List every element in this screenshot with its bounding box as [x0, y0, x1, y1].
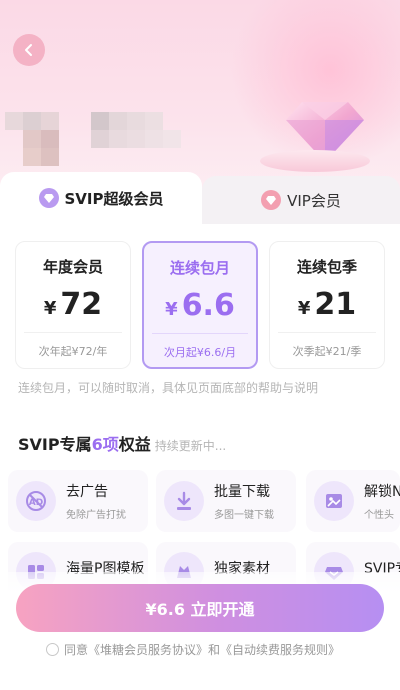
back-button[interactable] [13, 34, 45, 66]
diamond-icon [38, 188, 59, 208]
tab-vip[interactable]: VIP会员 [202, 176, 400, 224]
plan-price: ¥21 [297, 287, 357, 322]
benefits-subtitle: 持续更新中... [154, 439, 227, 453]
plan-price: ¥72 [43, 287, 103, 322]
agreement-checkbox[interactable] [46, 643, 59, 656]
tab-svip-label: SVIP超级会员 [64, 189, 164, 208]
agreement-row: 同意《堆糖会员服务协议》和《自动续费服务规则》 [46, 641, 340, 658]
plan-renewal-note: 次月起¥6.6/月 [152, 333, 248, 360]
plan-renewal-note: 次季起¥21/季 [278, 332, 376, 359]
plan-renewal-note: 次年起¥72/年 [24, 332, 122, 359]
benefit-title: 解锁N [364, 484, 400, 500]
open-now-button[interactable]: ¥6.6 立即开通 [16, 584, 384, 632]
membership-tabs: SVIP超级会员 VIP会员 [0, 172, 400, 224]
plan-name: 连续包季 [296, 258, 357, 276]
subscription-note: 连续包月，可以随时取消，具体见页面底部的帮助与说明 [18, 381, 319, 395]
benefit-desc: 个性头 [364, 510, 394, 521]
plan-list: 年度会员 ¥72 次年起¥72/年 连续包月 ¥6.6 次月起¥6.6/月 连续… [15, 241, 385, 371]
image-icon [314, 481, 354, 521]
header-background [0, 0, 400, 200]
agreement-text[interactable]: 同意《堆糖会员服务协议》和《自动续费服务规则》 [64, 641, 340, 658]
plan-name: 连续包月 [169, 259, 230, 277]
pedestal [260, 150, 370, 172]
plan-name: 年度会员 [42, 258, 103, 276]
benefit-title: 去广告 [66, 484, 108, 500]
plan-monthly[interactable]: 连续包月 ¥6.6 次月起¥6.6/月 [142, 241, 258, 369]
no-ads-icon: AD [16, 481, 56, 521]
benefit-desc: 免除广告打扰 [66, 510, 126, 521]
plan-annual[interactable]: 年度会员 ¥72 次年起¥72/年 [15, 241, 131, 369]
benefit-no-ads[interactable]: AD 去广告 免除广告打扰 [8, 470, 148, 532]
tab-svip[interactable]: SVIP超级会员 [0, 172, 202, 224]
tab-vip-label: VIP会员 [287, 191, 341, 210]
chevron-left-icon [25, 44, 32, 56]
bottom-bar: ¥6.6 立即开通 同意《堆糖会员服务协议》和《自动续费服务规则》 [0, 572, 400, 690]
benefit-batch-download[interactable]: 批量下载 多图一键下载 [156, 470, 296, 532]
benefit-unlock[interactable]: 解锁N 个性头 [306, 470, 400, 532]
benefit-desc: 多图一键下载 [214, 510, 274, 521]
diamond-icon [261, 190, 282, 210]
blurred-user-avatar [5, 94, 185, 166]
plan-quarterly[interactable]: 连续包季 ¥21 次季起¥21/季 [269, 241, 385, 369]
benefits-title: SVIP专属6项权益 持续更新中... [18, 435, 227, 454]
plan-price: ¥6.6 [165, 288, 235, 323]
benefit-title: 批量下载 [214, 484, 270, 500]
download-icon [164, 481, 204, 521]
